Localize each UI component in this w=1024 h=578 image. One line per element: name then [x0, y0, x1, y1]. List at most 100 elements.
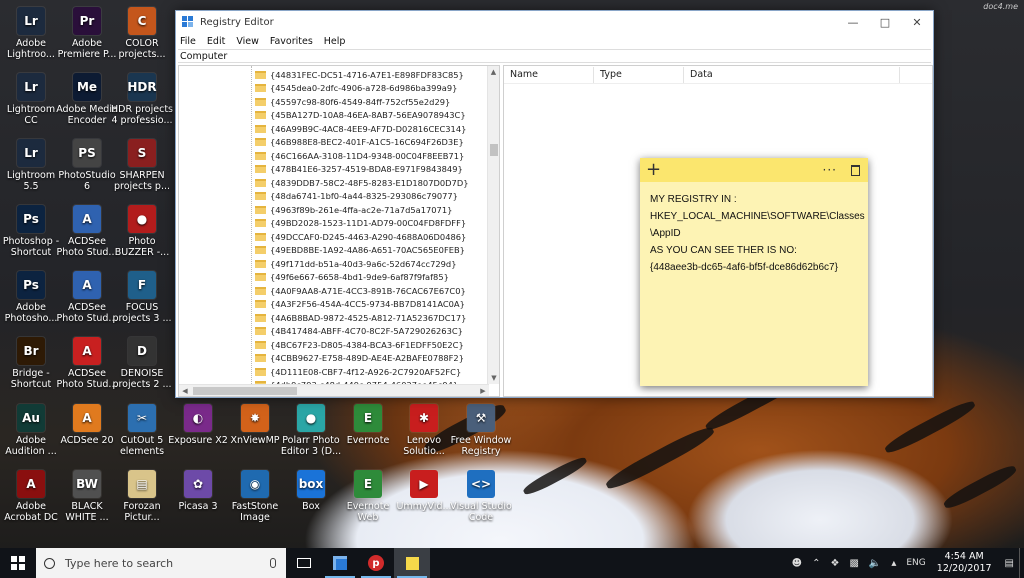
desktop-icon[interactable]: ◉ FastStone Image Viewer — [224, 466, 286, 528]
tree-key-row[interactable]: {49DCCAF0-D245-4463-A290-4688A06D0486} — [255, 230, 469, 244]
menu-favorites[interactable]: Favorites — [270, 36, 313, 47]
menu-view[interactable]: View — [236, 36, 259, 47]
desktop-icon[interactable]: ▤ Forozan Pictur... — [111, 466, 173, 528]
taskbar-regedit[interactable] — [322, 548, 358, 578]
desktop-icon[interactable]: ● Photo BUZZER -... — [111, 201, 173, 263]
scroll-thumb[interactable] — [490, 144, 498, 156]
show-hidden-icons-icon[interactable]: ⌃ — [812, 558, 820, 569]
tree-key-row[interactable]: {44831FEC-DC51-4716-A7E1-E898FDF83C85} — [255, 68, 469, 82]
microphone-icon[interactable] — [270, 558, 276, 568]
tree-key-row[interactable]: {45BA127D-10A8-46EA-8AB7-56EA9078943C} — [255, 109, 469, 123]
tree-key-row[interactable]: {49f6e667-6658-4bd1-9de9-6af87f9faf85} — [255, 271, 469, 285]
tree-key-row[interactable]: {4A6B8BAD-9872-4525-A812-71A52367DC17} — [255, 311, 469, 325]
desktop-icon[interactable]: BW BLACK WHITE ... — [56, 466, 118, 528]
tree-key-row[interactable]: {4D111E08-CBF7-4f12-A926-2C7920AF52FC} — [255, 365, 469, 379]
add-note-icon[interactable]: + — [646, 161, 823, 179]
desktop-icon[interactable]: ✱ Lenovo Solutio... — [393, 400, 455, 462]
dropbox-icon[interactable]: ❖ — [830, 558, 839, 569]
desktop-icon[interactable]: S SHARPEN projects p... — [111, 135, 173, 197]
desktop-icon[interactable]: ⚒ Free Window Registry Re... — [450, 400, 512, 462]
desktop-icon[interactable]: ● Polarr Photo Editor 3 (D... — [280, 400, 342, 462]
desktop-icon[interactable]: ▶ UmmyVid... — [393, 466, 455, 528]
column-data[interactable]: Data — [684, 66, 900, 83]
desktop-icon[interactable]: PS PhotoStudio 6 — [56, 135, 118, 197]
tree-key-row[interactable]: {4A3F2F56-454A-4CC5-9734-BB7D8141AC0A} — [255, 298, 469, 312]
desktop-icon[interactable]: A Adobe Acrobat DC — [0, 466, 62, 528]
taskbar-sticky-notes[interactable] — [394, 548, 430, 578]
more-options-icon[interactable]: ··· — [823, 163, 837, 177]
tree-key-row[interactable]: {4CBB9627-E758-489D-AE4E-A2BAFE0788F2} — [255, 352, 469, 366]
scroll-right-arrow-icon[interactable]: ▶ — [477, 385, 489, 396]
tree-key-row[interactable]: {4BC67F23-D805-4384-BCA3-6F1EDFF50E2C} — [255, 338, 469, 352]
desktop-icon[interactable]: Lr Lightroom CC — [0, 69, 62, 131]
tree-key-row[interactable]: {4B417484-ABFF-4C70-8C2F-5A729026263C} — [255, 325, 469, 339]
desktop-icon[interactable]: E Evernote Web — [337, 466, 399, 528]
desktop-icon[interactable]: <> Visual Studio Code — [450, 466, 512, 528]
desktop-icon[interactable]: Ps Photoshop - Shortcut — [0, 201, 62, 263]
sticky-note-text[interactable]: MY REGISTRY IN : HKEY_LOCAL_MACHINE\SOFT… — [640, 182, 868, 276]
desktop-icon[interactable]: C COLOR projects... — [111, 3, 173, 65]
network-icon[interactable]: ▩ — [849, 558, 858, 569]
desktop-icon[interactable]: HDR HDR projects 4 professio... — [111, 69, 173, 131]
desktop-icon[interactable]: box Box — [280, 466, 342, 528]
desktop-icon[interactable]: Au Adobe Audition ... — [0, 400, 62, 462]
tree-key-row[interactable]: {46B988E8-BEC2-401F-A1C5-16C694F26D3E} — [255, 136, 469, 150]
tree-key-row[interactable]: {4A0F9AA8-A71E-4CC3-891B-76CAC67E67C0} — [255, 284, 469, 298]
tree-key-row[interactable]: {49f171dd-b51a-40d3-9a6c-52d674cc729d} — [255, 257, 469, 271]
sticky-note[interactable]: + ··· MY REGISTRY IN : HKEY_LOCAL_MACHIN… — [640, 158, 868, 386]
show-desktop-button[interactable] — [1019, 548, 1024, 578]
taskbar-psiphon[interactable]: p — [358, 548, 394, 578]
address-bar[interactable]: Computer — [178, 49, 931, 63]
menu-help[interactable]: Help — [324, 36, 346, 47]
wifi-icon[interactable]: ▴ — [891, 558, 896, 569]
desktop-icon[interactable]: Br Bridge - Shortcut — [0, 333, 62, 395]
menu-file[interactable]: File — [180, 36, 196, 47]
scroll-down-arrow-icon[interactable]: ▼ — [488, 372, 499, 384]
desktop-icon[interactable]: Lr Adobe Lightroo... — [0, 3, 62, 65]
desktop-icon[interactable]: D DENOISE projects 2 ... — [111, 333, 173, 395]
volume-icon[interactable]: 🔈 — [869, 558, 881, 569]
desktop-icon[interactable]: ✂ CutOut 5 elements — [111, 400, 173, 462]
people-icon[interactable]: ☻ — [792, 558, 802, 569]
scroll-left-arrow-icon[interactable]: ◀ — [179, 385, 191, 396]
desktop-icon[interactable]: ✸ XnViewMP — [224, 400, 286, 462]
desktop-icon[interactable]: Me Adobe Media Encoder CC... — [56, 69, 118, 131]
desktop-icon[interactable]: E Evernote — [337, 400, 399, 462]
desktop-icon[interactable]: A ACDSee Photo Stud... — [56, 267, 118, 329]
start-button[interactable] — [0, 548, 36, 578]
desktop-icon[interactable]: A ACDSee 20 — [56, 400, 118, 462]
column-name[interactable]: Name — [504, 66, 594, 83]
desktop-icon[interactable]: ◐ Exposure X2 — [167, 400, 229, 462]
desktop-icon[interactable]: Lr Lightroom 5.5 — [0, 135, 62, 197]
title-bar[interactable]: Registry Editor — □ ✕ — [176, 11, 933, 33]
minimize-button[interactable]: — — [837, 11, 869, 33]
tree-key-row[interactable]: {46A99B9C-4AC8-4EE9-AF7D-D02816CEC314} — [255, 122, 469, 136]
tree-key-row[interactable]: {45597c98-80f6-4549-84ff-752cf55e2d29} — [255, 95, 469, 109]
tree-horizontal-scrollbar[interactable]: ◀ ▶ — [179, 384, 489, 396]
tree-key-row[interactable]: {4839DDB7-58C2-48F5-8283-E1D1807D0D7D} — [255, 176, 469, 190]
tree-key-row[interactable]: {48da6741-1bf0-4a44-8325-293086c79077} — [255, 190, 469, 204]
desktop-icon[interactable]: A ACDSee Photo Stud... — [56, 201, 118, 263]
horizontal-scroll-thumb[interactable] — [193, 387, 297, 395]
tree-vertical-scrollbar[interactable]: ▲ ▼ — [487, 66, 499, 384]
column-type[interactable]: Type — [594, 66, 684, 83]
tree-key-row[interactable]: {478B41E6-3257-4519-BDA8-E971F9843849} — [255, 163, 469, 177]
tree-key-row[interactable]: {49EBD8BE-1A92-4A86-A651-70AC565E0FEB} — [255, 244, 469, 258]
tree-key-row[interactable]: {49BD2028-1523-11D1-AD79-00C04FD8FDFF} — [255, 217, 469, 231]
taskbar-search-box[interactable]: Type here to search — [36, 548, 286, 578]
desktop-icon[interactable]: ✿ Picasa 3 — [167, 466, 229, 528]
desktop-icon[interactable]: F FOCUS projects 3 ... — [111, 267, 173, 329]
scroll-up-arrow-icon[interactable]: ▲ — [488, 66, 499, 78]
maximize-button[interactable]: □ — [869, 11, 901, 33]
tree-key-row[interactable]: {46C166AA-3108-11D4-9348-00C04F8EEB71} — [255, 149, 469, 163]
notifications-icon[interactable]: ▤ — [1005, 558, 1014, 569]
delete-note-icon[interactable] — [851, 164, 860, 176]
desktop-icon[interactable]: Ps Adobe Photosho... — [0, 267, 62, 329]
tree-key-row[interactable]: {4963f89b-261e-4ffa-ac2e-71a7d5a17071} — [255, 203, 469, 217]
clock[interactable]: 4:54 AM 12/20/2017 — [937, 551, 992, 575]
close-button[interactable]: ✕ — [901, 11, 933, 33]
desktop-icon[interactable]: A ACDSee Photo Stud... — [56, 333, 118, 395]
task-view-button[interactable] — [286, 548, 322, 578]
menu-edit[interactable]: Edit — [207, 36, 225, 47]
input-language[interactable]: ENG — [906, 558, 925, 568]
